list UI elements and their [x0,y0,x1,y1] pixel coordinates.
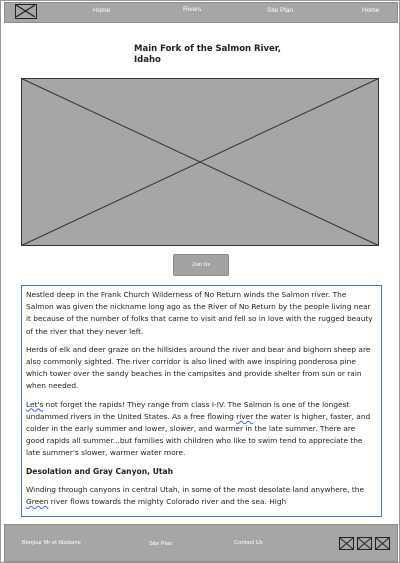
page-title: Main Fork of the Salmon River, Idaho [134,44,284,66]
footer-greeting-link[interactable]: Bonjour Mr et Madame [22,540,81,546]
join-us-button[interactable]: Join Us [173,254,229,276]
nav-site-plan[interactable]: Site Plan [267,7,293,14]
social-icon-2[interactable] [357,537,372,550]
footer-contact-link[interactable]: Contact Us [234,540,263,546]
page-title-line2: Idaho [134,55,161,65]
spellcheck-word: river [236,411,254,421]
footer-bar: Bonjour Mr et Madame Site Plan Contact U… [4,524,398,562]
spellcheck-word: Let's [26,399,44,409]
article-paragraph-3: Let's not forget the rapids! They range … [26,399,371,458]
logo-icon[interactable] [15,4,37,19]
spellcheck-word: Green [26,497,49,507]
article-paragraph-1: Nestled deep in the Frank Church Wildern… [26,290,373,336]
article-text-box[interactable]: Nestled deep in the Frank Church Wildern… [21,285,382,517]
nav-rivers[interactable]: Rivers [183,6,201,13]
social-icon-1[interactable] [339,537,354,550]
page-title-line1: Main Fork of the Salmon River, [134,44,281,54]
nav-home[interactable]: Home [93,7,110,14]
top-nav-bar: Home Rivers Site Plan Home [4,2,398,23]
footer-site-plan-link[interactable]: Site Plan [149,541,172,547]
article-paragraph-4: Winding through canyons in central Utah,… [26,484,364,507]
article-heading: Desolation and Gray Canyon, Utah [26,466,174,476]
hero-image-placeholder [21,78,379,246]
article-paragraph-2: Herds of elk and deer graze on the hills… [26,344,371,391]
social-icon-3[interactable] [375,537,390,550]
nav-home-right[interactable]: Home [362,7,379,14]
